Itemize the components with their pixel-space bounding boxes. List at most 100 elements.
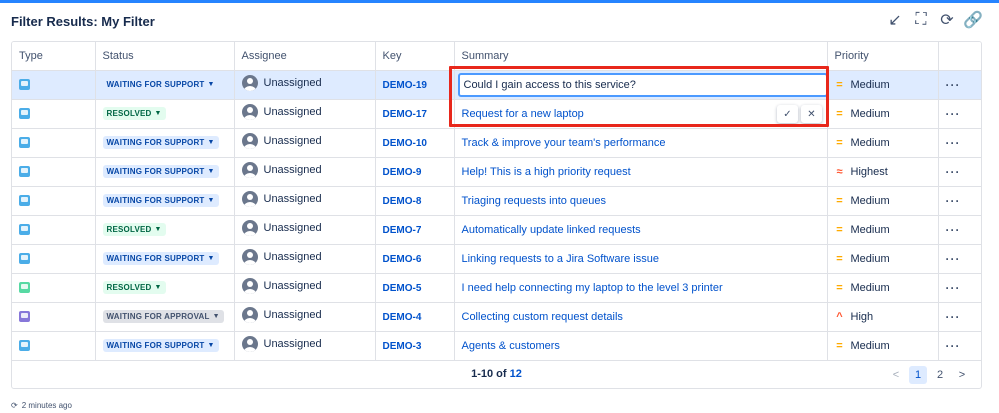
summary-cell: Agents & customers	[454, 331, 828, 361]
summary-link[interactable]: Triaging requests into queues	[462, 195, 607, 207]
issue-key-link[interactable]: DEMO-4	[383, 312, 422, 323]
issue-key-link[interactable]: DEMO-7	[383, 225, 422, 236]
more-actions-icon[interactable]: ···	[946, 78, 961, 92]
page-2-button[interactable]: 2	[931, 366, 949, 384]
minimize-icon[interactable]: ↙	[887, 12, 903, 29]
confirm-edit-button[interactable]: ✓	[777, 105, 798, 123]
issue-key-link[interactable]: DEMO-19	[383, 80, 427, 91]
table-row[interactable]: WAITING FOR SUPPORT ▼ Unassigned DEMO-19 …	[12, 70, 981, 100]
summary-link[interactable]: Help! This is a high priority request	[462, 166, 631, 178]
issue-key-link[interactable]: DEMO-5	[383, 283, 422, 294]
column-header-summary[interactable]: Summary	[454, 42, 828, 71]
status-dropdown[interactable]: RESOLVED ▼	[102, 107, 166, 120]
more-actions-icon[interactable]: ···	[946, 281, 961, 295]
table-row[interactable]: WAITING FOR SUPPORT ▼ Unassigned DEMO-6 L…	[12, 244, 981, 274]
actions-cell: ···	[938, 273, 981, 303]
issue-key-link[interactable]: DEMO-17	[383, 109, 427, 120]
summary-edit-input[interactable]	[457, 72, 826, 97]
more-actions-icon[interactable]: ···	[946, 339, 961, 353]
status-dropdown[interactable]: WAITING FOR SUPPORT ▼	[102, 194, 219, 207]
table-row[interactable]: WAITING FOR SUPPORT ▼ Unassigned DEMO-9 H…	[12, 157, 981, 187]
assignee[interactable]: Unassigned	[241, 75, 322, 91]
column-header-type[interactable]: Type	[12, 42, 96, 71]
service-request-icon	[19, 253, 30, 265]
status-dropdown[interactable]: WAITING FOR SUPPORT ▼	[102, 136, 219, 149]
avatar-icon	[241, 249, 258, 265]
more-actions-icon[interactable]: ···	[946, 310, 961, 324]
assignee-cell: Unassigned	[234, 331, 376, 361]
assignee[interactable]: Unassigned	[241, 133, 322, 149]
fullscreen-icon[interactable]: ⛶	[913, 11, 929, 28]
table-row[interactable]: RESOLVED ▼ Unassigned DEMO-7 Automaticall…	[12, 215, 981, 245]
total-count-link[interactable]: 12	[510, 368, 522, 380]
actions-cell: ···	[938, 215, 981, 245]
status-dropdown[interactable]: RESOLVED ▼	[102, 223, 166, 236]
issue-key-link[interactable]: DEMO-3	[383, 341, 422, 352]
assignee[interactable]: Unassigned	[241, 162, 322, 178]
status-dropdown[interactable]: RESOLVED ▼	[102, 281, 166, 294]
summary-link[interactable]: Request for a new laptop	[462, 108, 584, 120]
link-icon[interactable]: 🔗	[963, 12, 983, 29]
column-header-assignee[interactable]: Assignee	[234, 42, 376, 71]
more-actions-icon[interactable]: ···	[946, 165, 961, 179]
avatar-icon	[241, 191, 258, 207]
type-cell	[12, 157, 96, 187]
summary-link[interactable]: Linking requests to a Jira Software issu…	[462, 253, 660, 265]
summary-link[interactable]: Automatically update linked requests	[462, 224, 641, 236]
table-row[interactable]: WAITING FOR SUPPORT ▼ Unassigned DEMO-3 A…	[12, 331, 981, 361]
assignee-cell: Unassigned	[234, 186, 376, 216]
assignee[interactable]: Unassigned	[241, 278, 322, 294]
priority-icon: =	[836, 281, 843, 294]
assignee[interactable]: Unassigned	[241, 104, 322, 120]
table-row[interactable]: RESOLVED ▼ Unassigned DEMO-17 Request for…	[12, 99, 981, 129]
cancel-edit-button[interactable]: ✕	[801, 105, 822, 123]
status-dropdown[interactable]: WAITING FOR APPROVAL ▼	[102, 310, 224, 323]
page-1-button[interactable]: 1	[909, 365, 927, 384]
more-actions-icon[interactable]: ···	[946, 194, 961, 208]
issue-key-link[interactable]: DEMO-10	[383, 138, 427, 149]
summary-link[interactable]: Agents & customers	[462, 340, 560, 352]
gadget-title: Filter Results: My Filter	[11, 14, 155, 29]
summary-link[interactable]: Track & improve your team's performance	[462, 137, 666, 149]
assignee[interactable]: Unassigned	[241, 249, 322, 265]
avatar-icon	[241, 336, 258, 352]
assignee[interactable]: Unassigned	[241, 307, 322, 323]
prev-page-button[interactable]: <	[887, 366, 905, 384]
next-page-button[interactable]: >	[953, 366, 971, 384]
refresh-icon[interactable]: ⟳	[939, 12, 955, 29]
status-dropdown[interactable]: WAITING FOR SUPPORT ▼	[102, 165, 219, 178]
status-dropdown[interactable]: WAITING FOR SUPPORT ▼	[102, 252, 219, 265]
status-label: RESOLVED	[106, 225, 152, 234]
column-header-priority[interactable]: Priority	[827, 42, 939, 71]
avatar-icon	[241, 220, 258, 236]
key-cell: DEMO-17	[375, 99, 455, 129]
issue-key-link[interactable]: DEMO-9	[383, 167, 422, 178]
assignee[interactable]: Unassigned	[241, 191, 322, 207]
more-actions-icon[interactable]: ···	[946, 107, 961, 121]
column-header-key[interactable]: Key	[375, 42, 455, 71]
service-request-icon	[19, 137, 30, 149]
status-label: WAITING FOR SUPPORT	[106, 341, 205, 350]
actions-cell: ···	[938, 331, 981, 361]
more-actions-icon[interactable]: ···	[946, 223, 961, 237]
type-cell	[12, 128, 96, 158]
status-dropdown[interactable]: WAITING FOR SUPPORT ▼	[102, 339, 219, 352]
issue-key-link[interactable]: DEMO-8	[383, 196, 422, 207]
assignee[interactable]: Unassigned	[241, 336, 322, 352]
column-header-status[interactable]: Status	[95, 42, 235, 71]
assignee[interactable]: Unassigned	[241, 220, 322, 236]
table-row[interactable]: RESOLVED ▼ Unassigned DEMO-5 I need help …	[12, 273, 981, 303]
chevron-down-icon: ▼	[207, 255, 215, 262]
more-actions-icon[interactable]: ···	[946, 252, 961, 266]
table-row[interactable]: WAITING FOR SUPPORT ▼ Unassigned DEMO-8 T…	[12, 186, 981, 216]
summary-link[interactable]: I need help connecting my laptop to the …	[462, 282, 723, 294]
chevron-down-icon: ▼	[212, 313, 220, 320]
more-actions-icon[interactable]: ···	[946, 136, 961, 150]
priority: ^ High	[835, 311, 873, 323]
table-row[interactable]: WAITING FOR SUPPORT ▼ Unassigned DEMO-10 …	[12, 128, 981, 158]
issue-key-link[interactable]: DEMO-6	[383, 254, 422, 265]
table-row[interactable]: WAITING FOR APPROVAL ▼ Unassigned DEMO-4 …	[12, 302, 981, 332]
status-dropdown[interactable]: WAITING FOR SUPPORT ▼	[102, 78, 219, 91]
summary-link[interactable]: Collecting custom request details	[462, 311, 623, 323]
refresh-icon[interactable]: ⟳	[11, 401, 18, 410]
